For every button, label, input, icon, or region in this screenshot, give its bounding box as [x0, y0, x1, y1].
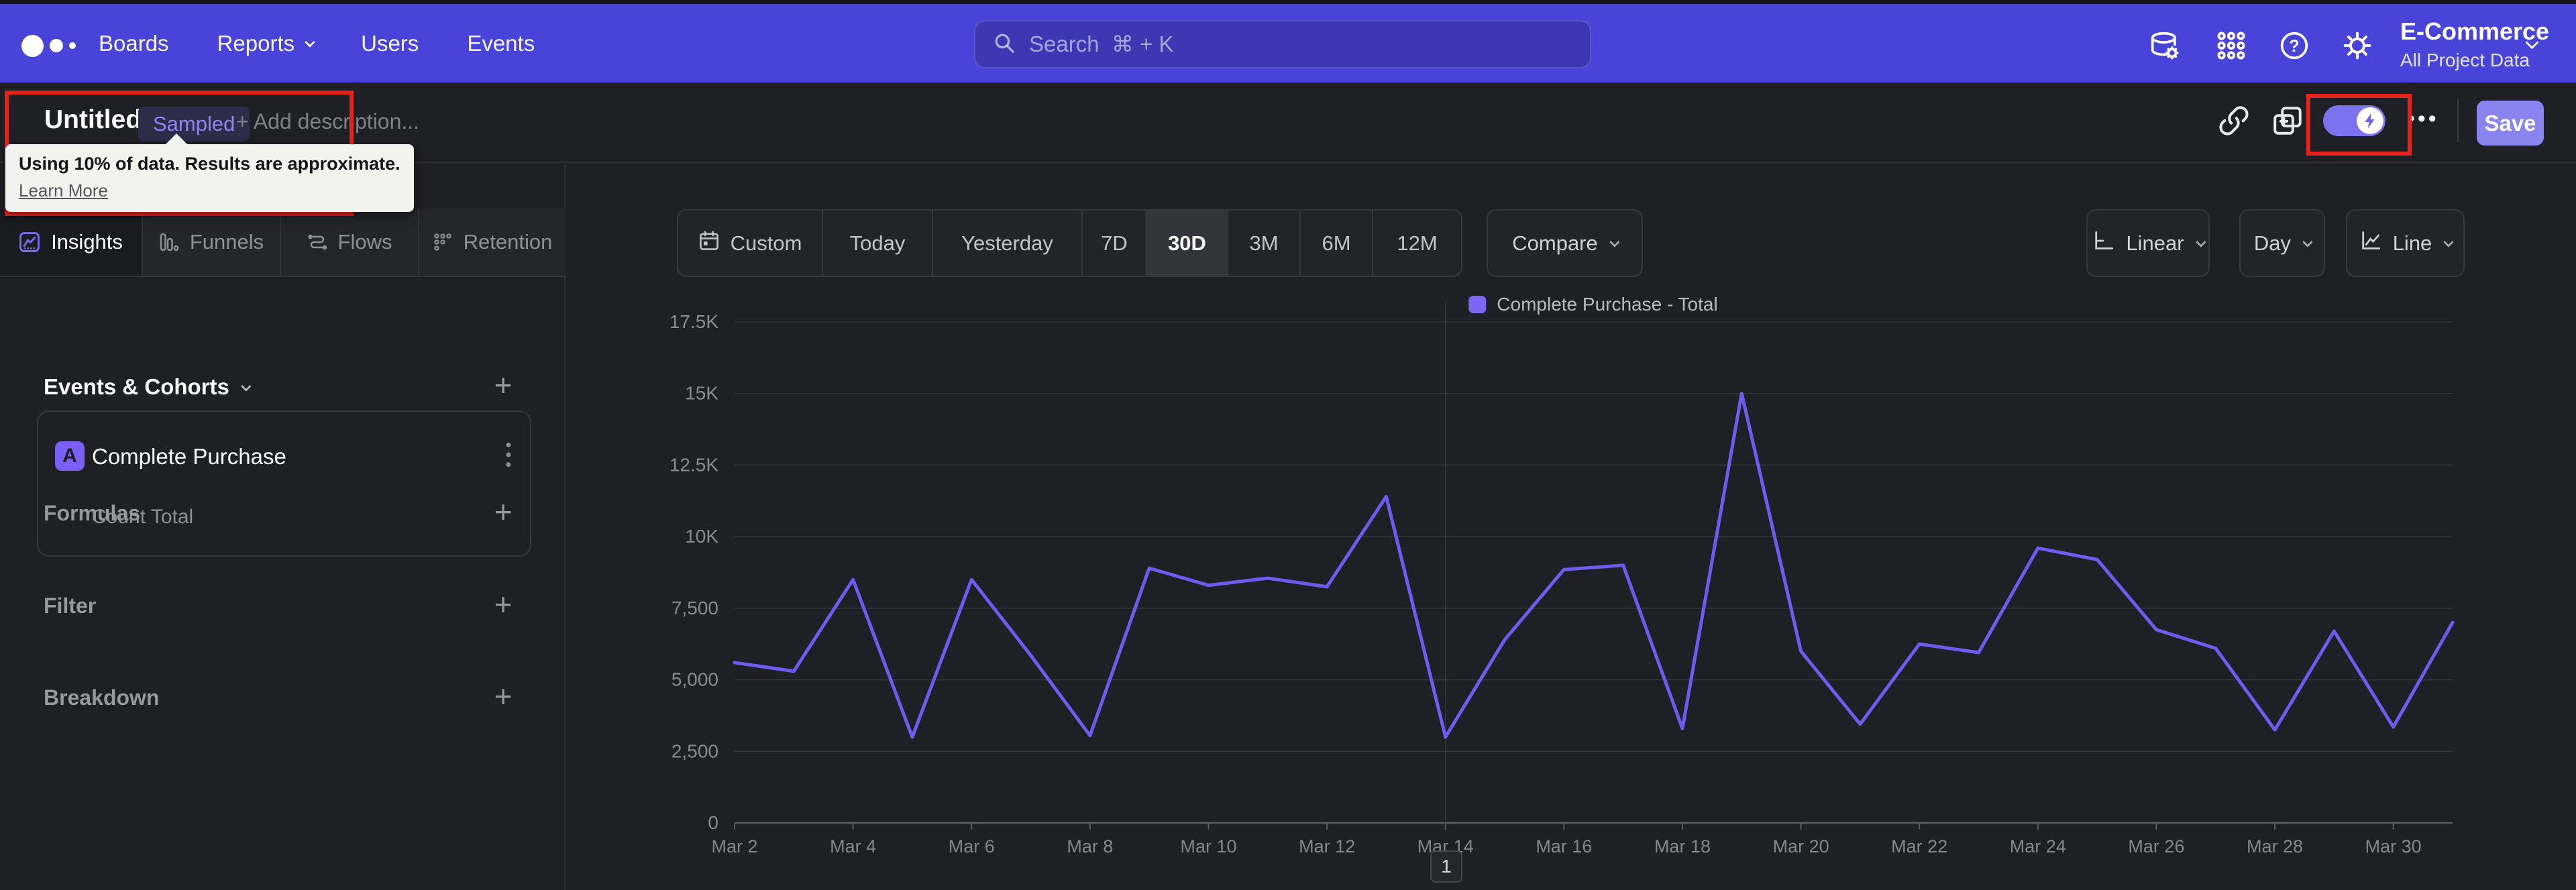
sampled-badge[interactable]: Sampled [138, 107, 250, 142]
date-range-segmented-control: Custom Today Yesterday 7D 30D 3M 6M 12M [677, 209, 1462, 277]
tab-insights[interactable]: Insights [0, 209, 142, 276]
svg-text:17.5K: 17.5K [669, 311, 718, 332]
svg-text:12.5K: 12.5K [669, 454, 718, 475]
add-breakdown-button[interactable]: + [487, 679, 519, 714]
more-menu[interactable]: ••• [2407, 106, 2439, 132]
svg-text:Mar 8: Mar 8 [1067, 836, 1113, 856]
svg-text:7,500: 7,500 [672, 598, 718, 618]
tooltip-text: Using 10% of data. Results are approxima… [19, 154, 400, 174]
chevron-down-icon [2443, 237, 2454, 247]
svg-text:Mar 24: Mar 24 [2010, 836, 2066, 856]
chevron-down-icon [1609, 237, 1620, 247]
svg-text:5,000: 5,000 [672, 669, 718, 690]
add-filter-button[interactable]: + [487, 587, 519, 622]
events-cohorts-header[interactable]: Events & Cohorts [44, 374, 252, 400]
filter-label: Filter [44, 594, 97, 618]
mixpanel-logo-icon[interactable] [21, 31, 82, 60]
range-yesterday[interactable]: Yesterday [932, 211, 1081, 276]
linear-scale-icon [2092, 230, 2114, 257]
line-chart-icon [2359, 230, 2381, 257]
series-letter-badge: A [55, 441, 85, 471]
chevron-down-icon [2195, 237, 2206, 247]
range-today[interactable]: Today [822, 211, 932, 276]
svg-text:?: ? [2289, 37, 2299, 56]
svg-text:Mar 18: Mar 18 [1654, 836, 1711, 856]
nav-item-reports[interactable]: Reports [217, 31, 315, 56]
line-chart[interactable]: 0 2,500 5,000 7,500 10K 12.5K 15K 17.5K Mar 2 Mar… [577, 288, 2576, 890]
svg-text:Mar 12: Mar 12 [1299, 836, 1355, 856]
add-to-board-icon[interactable] [2267, 101, 2308, 141]
formulas-label: Formulas [44, 501, 141, 525]
report-type-tabs: Insights Funnels Flows Retention [0, 209, 566, 277]
svg-text:2,500: 2,500 [672, 740, 718, 761]
search-input[interactable] [1029, 32, 1572, 57]
chevron-down-icon [2302, 237, 2313, 247]
svg-text:Mar 28: Mar 28 [2247, 836, 2303, 856]
learn-more-link[interactable]: Learn More [19, 180, 108, 201]
breakdown-label: Breakdown [44, 685, 160, 710]
insights-icon [19, 231, 40, 253]
flows-icon [307, 232, 327, 252]
add-formula-button[interactable]: + [487, 494, 519, 529]
event-card[interactable]: A Complete Purchase Count Total [37, 410, 531, 557]
add-description[interactable]: + Add description... [236, 109, 419, 134]
nav-item-events[interactable]: Events [467, 31, 535, 56]
add-event-button[interactable]: + [487, 368, 519, 402]
svg-text:Mar 20: Mar 20 [1773, 836, 1829, 856]
chevron-down-icon [241, 380, 252, 392]
svg-text:Mar 16: Mar 16 [1536, 836, 1592, 856]
svg-text:10K: 10K [685, 526, 718, 547]
svg-text:Mar 22: Mar 22 [1891, 836, 1947, 856]
range-3m[interactable]: 3M [1227, 211, 1299, 276]
report-title[interactable]: Untitled [44, 105, 142, 135]
svg-text:Mar 26: Mar 26 [2128, 836, 2184, 856]
tab-funnels[interactable]: Funnels [142, 209, 280, 276]
project-chevron-down-icon[interactable] [2525, 36, 2539, 52]
compare-dropdown[interactable]: Compare [1487, 209, 1643, 277]
retention-icon [433, 232, 453, 252]
svg-text:Mar 6: Mar 6 [949, 836, 995, 856]
nav-item-boards[interactable]: Boards [99, 31, 169, 56]
top-nav: Boards Reports Users Events ? E-Commerce… [0, 0, 2576, 82]
project-scope: All Project Data [2400, 50, 2530, 70]
range-12m[interactable]: 12M [1372, 211, 1461, 276]
lightning-bolt-icon [2357, 107, 2383, 134]
help-icon[interactable]: ? [2277, 28, 2312, 63]
range-7d[interactable]: 7D [1081, 211, 1146, 276]
svg-text:Mar 2: Mar 2 [711, 836, 757, 856]
svg-text:15K: 15K [685, 383, 718, 404]
sampling-tooltip: Using 10% of data. Results are approxima… [5, 133, 414, 212]
global-search[interactable] [974, 20, 1591, 68]
chart-type-dropdown[interactable]: Line [2346, 209, 2465, 277]
save-button[interactable]: Save [2477, 101, 2544, 146]
funnels-icon [159, 232, 179, 252]
tab-flows[interactable]: Flows [280, 209, 418, 276]
range-6m[interactable]: 6M [1299, 211, 1372, 276]
apps-grid-icon[interactable] [2214, 28, 2249, 63]
insights-report-page: Boards Reports Users Events ? E-Commerce… [0, 0, 2576, 890]
header-divider [2457, 99, 2459, 142]
svg-text:Mar 10: Mar 10 [1180, 836, 1236, 856]
sampling-toggle[interactable] [2323, 105, 2385, 136]
event-name[interactable]: Complete Purchase [92, 444, 286, 469]
tab-retention[interactable]: Retention [418, 209, 566, 276]
svg-text:0: 0 [708, 812, 718, 833]
pagination-page-1[interactable]: 1 [1430, 850, 1462, 883]
data-settings-icon[interactable] [2147, 28, 2182, 63]
calendar-icon [698, 230, 720, 257]
copy-link-icon[interactable] [2214, 101, 2254, 141]
primary-nav: Boards Reports Users Events [99, 4, 535, 82]
search-icon [993, 32, 1016, 58]
range-custom[interactable]: Custom [678, 211, 822, 276]
settings-gear-icon[interactable] [2340, 28, 2375, 63]
query-sidebar: Insights Funnels Flows Retention Events … [0, 164, 566, 890]
range-30d[interactable]: 30D [1146, 211, 1227, 276]
interval-dropdown[interactable]: Day [2239, 209, 2325, 277]
kebab-menu-icon[interactable] [504, 441, 513, 471]
scale-dropdown[interactable]: Linear [2086, 209, 2210, 277]
svg-text:Mar 30: Mar 30 [2365, 836, 2422, 856]
svg-text:Mar 4: Mar 4 [830, 836, 876, 856]
chevron-down-icon [305, 37, 315, 48]
nav-item-users[interactable]: Users [361, 31, 419, 56]
